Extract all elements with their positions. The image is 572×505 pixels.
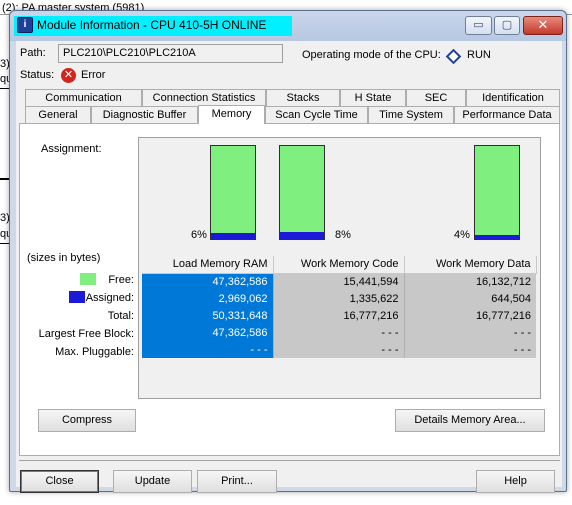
run-mode-icon — [445, 48, 462, 65]
error-icon: ✕ — [61, 68, 76, 83]
table-cell: 47,362,586 — [142, 273, 273, 290]
row-label-assigned: Assigned: — [25, 289, 138, 307]
work-memory-code-percent: 8% — [335, 229, 351, 241]
load-memory-percent: 6% — [191, 229, 207, 241]
tab-communication[interactable]: Communication — [25, 89, 142, 106]
title-bar[interactable]: i Module Information - CPU 410-5H ONLINE… — [10, 11, 566, 41]
tab-stacks[interactable]: Stacks — [266, 89, 340, 106]
status-value: Error — [81, 69, 106, 81]
close-window-button[interactable]: ✕ — [523, 16, 563, 35]
table-cell: 15,441,594 — [272, 273, 404, 290]
row-labels: Free: Assigned: Total: Largest Free Bloc… — [25, 271, 138, 361]
window-title: Module Information - CPU 410-5H ONLINE — [37, 18, 267, 32]
load-memory-assigned-fill — [211, 233, 255, 239]
background-line — [0, 243, 9, 244]
tab-time-system[interactable]: Time System — [368, 106, 454, 123]
tab-performance-data[interactable]: Performance Data — [454, 106, 560, 123]
minimize-icon: ▭ — [473, 19, 484, 31]
background-line — [0, 178, 9, 180]
minimize-button[interactable]: ▭ — [465, 16, 492, 35]
work-memory-code-assigned-fill — [280, 231, 324, 239]
row-label-max-pluggable: Max. Pluggable: — [55, 346, 134, 358]
table-cell: 16,132,712 — [403, 273, 536, 290]
table-cell: 1,335,622 — [272, 290, 404, 307]
table-cell: 50,331,648 — [142, 307, 273, 324]
operating-mode-value: RUN — [467, 49, 491, 61]
tab-memory[interactable]: Memory — [198, 105, 265, 124]
info-app-icon: i — [17, 17, 33, 33]
table-cell: 2,969,062 — [142, 290, 273, 307]
memory-overview-frame: 6% 8% 4% Load Memory RAM Work Memory Cod… — [138, 137, 541, 399]
table-row[interactable]: 47,362,586 15,441,594 16,132,712 — [142, 273, 536, 290]
row-label-free: Free: — [25, 271, 138, 289]
row-label-assigned-text: Assigned: — [85, 292, 134, 304]
work-memory-data-assigned-fill — [475, 235, 519, 239]
table-cell: - - - — [142, 341, 273, 358]
column-header-work-memory-code[interactable]: Work Memory Code — [273, 256, 405, 274]
table-row[interactable]: 50,331,648 16,777,216 16,777,216 — [142, 307, 536, 324]
module-information-dialog: i Module Information - CPU 410-5H ONLINE… — [9, 10, 567, 493]
row-label-free-text: Free: — [108, 274, 134, 286]
dialog-client-area: Path: PLC210\PLC210\PLC210A Operating mo… — [16, 41, 562, 493]
compress-button[interactable]: Compress — [38, 409, 136, 432]
assigned-color-swatch — [69, 291, 85, 303]
path-field: PLC210\PLC210\PLC210A — [58, 44, 283, 63]
table-row[interactable]: - - - - - - - - - — [142, 341, 536, 358]
table-cell: - - - — [272, 341, 404, 358]
tab-identification[interactable]: Identification — [466, 89, 560, 106]
work-memory-code-bar — [279, 145, 325, 240]
operating-mode-label: Operating mode of the CPU: — [302, 49, 441, 61]
memory-tab-panel: Assignment: (sizes in bytes) 6% 8% 4% Lo… — [19, 124, 560, 456]
assignment-label: Assignment: — [41, 143, 102, 155]
table-cell: - - - — [403, 341, 536, 358]
row-label-largest-free-block: Largest Free Block: — [38, 328, 134, 340]
load-memory-bar — [210, 145, 256, 240]
details-memory-area-button[interactable]: Details Memory Area... — [395, 409, 545, 432]
table-cell: 644,504 — [403, 290, 536, 307]
work-memory-data-bar — [474, 145, 520, 240]
maximize-icon: ▢ — [501, 19, 513, 31]
close-button[interactable]: Close — [20, 470, 99, 493]
print-button[interactable]: Print... — [197, 470, 277, 493]
tab-general[interactable]: General — [25, 106, 91, 123]
memory-table-header: Load Memory RAM Work Memory Code Work Me… — [142, 256, 537, 274]
tab-connection-statistics[interactable]: Connection Statistics — [142, 89, 266, 106]
table-cell: - - - — [403, 324, 536, 341]
tab-sec[interactable]: SEC — [406, 89, 466, 106]
table-cell: 47,362,586 — [142, 324, 273, 341]
column-header-work-memory-data[interactable]: Work Memory Data — [404, 256, 537, 274]
table-cell: - - - — [272, 324, 404, 341]
table-cell: 16,777,216 — [403, 307, 536, 324]
button-row-separator — [19, 460, 560, 461]
table-row[interactable]: 47,362,586 - - - - - - — [142, 324, 536, 341]
free-color-swatch — [80, 273, 96, 285]
tab-h-state[interactable]: H State — [340, 89, 406, 106]
row-label-total: Total: — [107, 310, 134, 322]
maximize-button[interactable]: ▢ — [494, 16, 520, 35]
update-button[interactable]: Update — [113, 470, 192, 493]
background-line — [0, 88, 9, 89]
sizes-note: (sizes in bytes) — [27, 252, 101, 264]
status-label: Status: — [20, 69, 55, 81]
memory-table: Load Memory RAM Work Memory Code Work Me… — [142, 256, 537, 358]
table-cell: 16,777,216 — [272, 307, 404, 324]
help-button[interactable]: Help — [476, 470, 555, 493]
table-row[interactable]: 2,969,062 1,335,622 644,504 — [142, 290, 536, 307]
column-header-load-memory[interactable]: Load Memory RAM — [142, 256, 274, 274]
path-label: Path: — [20, 47, 46, 59]
close-icon: ✕ — [537, 17, 549, 32]
tab-diagnostic-buffer[interactable]: Diagnostic Buffer — [91, 106, 198, 123]
work-memory-data-percent: 4% — [454, 229, 470, 241]
tab-scan-cycle-time[interactable]: Scan Cycle Time — [265, 106, 368, 123]
